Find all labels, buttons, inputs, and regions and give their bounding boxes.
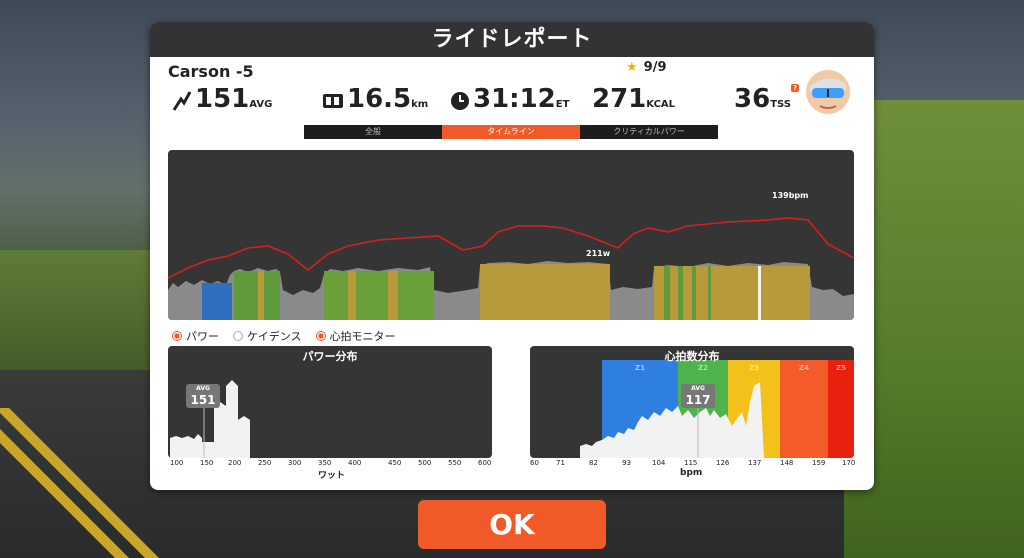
odometer-icon (322, 92, 344, 114)
power-bolt-icon (172, 90, 192, 116)
stars-count: ★ 9/9 (626, 60, 667, 75)
power-peak-label: 211w (586, 249, 611, 258)
legend-heart-rate[interactable]: 心拍モニター (315, 328, 396, 344)
legend-power[interactable]: パワー (172, 328, 219, 344)
ride-report-dialog: ライドレポート Carson -5 ★ 9/9 151AVG 16.5km 31:… (150, 22, 874, 490)
svg-text:Z2: Z2 (698, 364, 708, 372)
stat-calories: 271KCAL (592, 84, 676, 114)
tab-timeline[interactable]: タイムライン (442, 125, 580, 139)
heart-rate-distribution-panel: Z1 Z2 Z3 Z4 Z5 AVG 117 心拍数分布 (530, 346, 854, 458)
chart-legend: パワー ケイデンス 心拍モニター (172, 328, 396, 344)
legend-cadence[interactable]: ケイデンス (233, 328, 302, 344)
power-x-label: ワット (318, 471, 346, 481)
timeline-chart: 139bpm 211w (168, 150, 854, 320)
power-distribution-panel: パワー分布 AVG 151 (168, 346, 492, 458)
svg-text:Z3: Z3 (749, 364, 759, 372)
radio-icon (315, 331, 326, 341)
stat-power: 151AVG (172, 84, 272, 116)
svg-text:Z1: Z1 (635, 364, 645, 372)
tab-critical-power[interactable]: クリティカルパワー (580, 125, 718, 139)
ok-button[interactable]: OK (418, 500, 606, 549)
dialog-title: ライドレポート (150, 22, 874, 57)
hr-dist-title: 心拍数分布 (664, 350, 720, 363)
tab-general[interactable]: 全般 (304, 125, 442, 139)
clock-icon (450, 91, 470, 115)
hr-peak-label: 139bpm (772, 191, 809, 200)
svg-text:Z5: Z5 (836, 364, 846, 372)
svg-text:AVG: AVG (196, 385, 210, 392)
power-area (168, 261, 854, 320)
hr-x-label: bpm (680, 468, 703, 478)
radio-icon (172, 331, 182, 341)
background-grass-left (0, 250, 160, 370)
avatar (806, 70, 850, 114)
svg-text:151: 151 (190, 393, 215, 407)
tab-bar: 全般 タイムライン クリティカルパワー (304, 125, 718, 139)
stat-tss: 36TSS? (734, 84, 799, 114)
svg-text:AVG: AVG (691, 385, 705, 392)
stat-distance: 16.5km (322, 84, 428, 114)
svg-text:Z4: Z4 (799, 364, 809, 372)
svg-text:117: 117 (685, 393, 710, 407)
help-icon[interactable]: ? (790, 84, 799, 92)
rider-name: Carson -5 (168, 62, 254, 81)
star-icon: ★ (626, 60, 638, 75)
radio-icon (233, 331, 243, 341)
stat-time: 31:12ET (450, 84, 569, 115)
